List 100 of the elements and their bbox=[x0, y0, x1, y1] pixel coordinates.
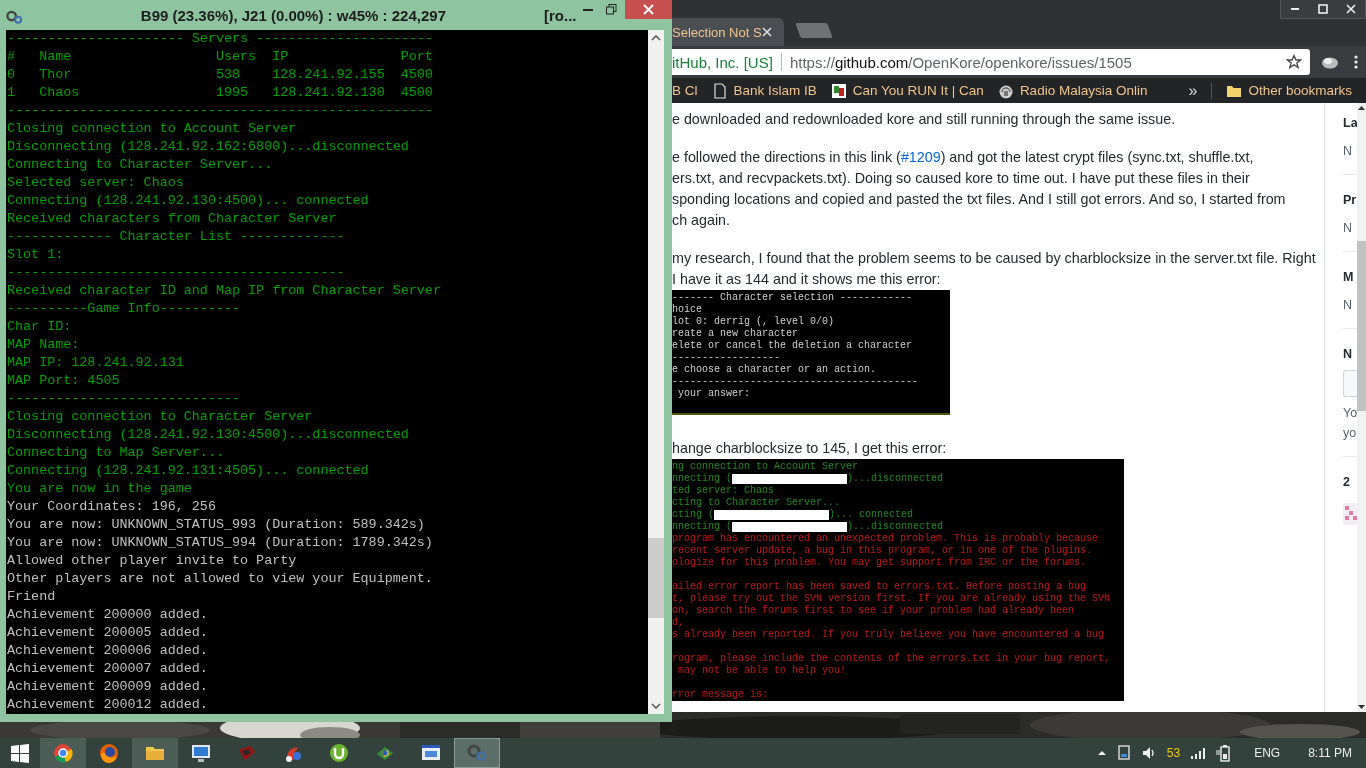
console-line: Achievement 200000 added. bbox=[7, 606, 209, 624]
console-line: Achievement 200005 added. bbox=[7, 624, 209, 642]
terminal-line: rror message is: bbox=[672, 689, 769, 701]
scrollbar[interactable] bbox=[1357, 103, 1366, 712]
minimize-icon bbox=[583, 8, 594, 11]
bookmarks-overflow-button[interactable]: » bbox=[1188, 81, 1206, 100]
minimize-button[interactable] bbox=[1281, 0, 1309, 18]
console-line: Disconnecting (128.241.92.162:6800)...disconnected bbox=[7, 138, 410, 156]
terminal-line: on, search the forums first to see if your problem had already been bbox=[672, 605, 1076, 617]
terminal-line: ------------------ bbox=[672, 352, 782, 364]
console-line: You are now: UNKNOWN_STATUS_993 (Duration: 589.342s) bbox=[7, 516, 426, 534]
sidebar-value: N bbox=[1343, 220, 1354, 237]
clock-time[interactable]: 8:11 PM bbox=[1308, 746, 1352, 760]
minimize-icon bbox=[1290, 8, 1300, 10]
paragraph: my research, I found that the problem seems to be caused by charblocksize in the server.txt file. Right I have it as 144 and it shows me this error: bbox=[672, 249, 1317, 289]
console-line: Achievement 200009 added. bbox=[7, 678, 209, 696]
taskbar-button[interactable] bbox=[132, 738, 178, 768]
menu-icon[interactable] bbox=[1354, 54, 1358, 70]
terminal-text: )...disconnected bbox=[847, 521, 944, 533]
thumbnail-icon bbox=[830, 82, 847, 99]
scrollbar-thumb[interactable] bbox=[1357, 241, 1366, 411]
paragraph: e downloaded and redownloaded kore and still running through the same issue. bbox=[672, 110, 1177, 129]
console-line: Disconnecting (128.241.92.130:4500)...disconnected bbox=[7, 426, 410, 444]
star-icon[interactable] bbox=[1286, 54, 1302, 70]
windows-logo-icon bbox=[9, 742, 31, 764]
bookmark[interactable]: Bank Islam IB bbox=[711, 82, 825, 99]
console-line: Received characters from Character Server bbox=[7, 210, 338, 228]
battery-icon[interactable] bbox=[1216, 744, 1233, 762]
taskbar-button[interactable] bbox=[40, 738, 86, 768]
scroll-down-icon[interactable] bbox=[1358, 705, 1365, 709]
sidebar-value: N bbox=[1343, 143, 1354, 160]
terminal-line: ailed error report has been saved to errors.txt. Before posting a bug bbox=[672, 581, 1088, 593]
bookmark[interactable]: Radio Malaysia Onlin bbox=[997, 82, 1156, 99]
close-icon bbox=[1346, 4, 1356, 14]
terminal-line: e choose a character or an action. bbox=[672, 364, 878, 376]
terminal-line: ted server: Chaos bbox=[672, 485, 776, 497]
speaker-icon[interactable] bbox=[1140, 745, 1157, 761]
console-line: ---------------------- Servers ---------------------- bbox=[7, 30, 434, 48]
sidebar-heading: La bbox=[1343, 115, 1357, 132]
url-text: https://github.com/OpenKore/openkore/issues/1505 bbox=[789, 53, 1132, 71]
scrollbar-thumb[interactable] bbox=[648, 538, 664, 618]
browser-tab[interactable]: Selection Not S bbox=[672, 18, 784, 46]
issue-link[interactable]: #1209 bbox=[900, 149, 941, 165]
console-line: Achievement 200012 added. bbox=[7, 696, 209, 714]
console-line: You are now in the game bbox=[7, 480, 193, 498]
address-bar[interactable]: itHub, Inc. [US] https://github.com/OpenKore/openkore/issues/1505 bbox=[672, 49, 1310, 75]
terminal-line: recent server update, a bug in this program, or in one of the plugins. bbox=[672, 545, 1094, 557]
console-line: Closing connection to Account Server bbox=[7, 120, 298, 138]
console-line: Friend bbox=[7, 588, 57, 606]
new-tab-button[interactable] bbox=[795, 23, 833, 38]
console-line: # Name Users IP Port bbox=[7, 48, 434, 66]
circle-logo-icon bbox=[328, 742, 350, 764]
close-button[interactable] bbox=[625, 0, 672, 19]
console-line: MAP Port: 4505 bbox=[7, 372, 121, 390]
terminal-line: elete or cancel the deletion a character bbox=[672, 340, 914, 352]
console-line: Connecting (128.241.92.130:4500)... connected bbox=[7, 192, 370, 210]
terminal-line: d, bbox=[672, 617, 684, 629]
console-line: Connecting (128.241.92.131:4505)... connected bbox=[7, 462, 370, 480]
bookmark[interactable]: B Cl bbox=[672, 83, 706, 98]
console-line: Received character ID and Map IP from Character Server bbox=[7, 282, 442, 300]
up-caret-icon[interactable] bbox=[1096, 748, 1107, 758]
console-line: 1 Chaos 1995 128.241.92.130 4500 bbox=[7, 84, 434, 102]
terminal-line: t, please try out the SVN version first. If you are already using the SVN bbox=[672, 593, 1112, 605]
monitor-icon bbox=[190, 742, 212, 764]
console-line: Selected server: Chaos bbox=[7, 174, 185, 192]
terminal-line: s already been reported. If you truly believe you have encountered a bug bbox=[672, 629, 1106, 641]
close-button[interactable] bbox=[1337, 0, 1365, 18]
sidebar-heading: Pr bbox=[1343, 192, 1357, 209]
scroll-up-icon[interactable] bbox=[1358, 106, 1365, 110]
sidebar-heading: M bbox=[1343, 269, 1355, 286]
bookmark[interactable]: Can You RUN It | Can bbox=[830, 82, 992, 99]
sidebar-value: N bbox=[1343, 297, 1354, 314]
console-line: MAP Name: bbox=[7, 336, 81, 354]
bookmark-folder[interactable]: Other bookmarks bbox=[1226, 82, 1360, 99]
console-line: Your Coordinates: 196, 256 bbox=[7, 498, 217, 516]
terminal-line: ----------------------------------------- bbox=[672, 376, 920, 388]
terminal-line: reate a new character bbox=[672, 328, 800, 340]
console-line: Closing connection to Character Server bbox=[7, 408, 314, 426]
tray-count: 53 bbox=[1166, 746, 1181, 760]
console-line: Achievement 200007 added. bbox=[7, 660, 209, 678]
signal-icon[interactable] bbox=[1190, 746, 1207, 760]
terminal-line: lot 0: derrig (, level 0/0) bbox=[672, 316, 836, 328]
console-line: Allowed other player invite to Party bbox=[7, 552, 298, 570]
console-line: Achievement 200006 added. bbox=[7, 642, 209, 660]
scrollbar[interactable] bbox=[648, 30, 664, 714]
terminal-text: nnecting ( bbox=[672, 473, 732, 485]
close-icon[interactable] bbox=[762, 27, 772, 37]
terminal-text: )...disconnected bbox=[847, 473, 944, 485]
sidebar-note: Yo yo bbox=[1343, 405, 1357, 442]
console-line: Char ID: bbox=[7, 318, 73, 336]
window-title: B99 (23.36%), J21 (0.00%) : w45% : 224,297 bbox=[140, 7, 446, 24]
restore-icon bbox=[606, 4, 618, 15]
scroll-up-icon[interactable] bbox=[651, 35, 661, 41]
scroll-down-icon[interactable] bbox=[651, 703, 661, 709]
console-line: You are now: UNKNOWN_STATUS_994 (Duration: 1789.342s) bbox=[7, 534, 434, 552]
terminal-text: )... connected bbox=[829, 509, 914, 521]
terminal-line: hoice bbox=[672, 304, 703, 316]
terminal-line: ng connection to Account Server bbox=[672, 461, 860, 473]
device-icon[interactable] bbox=[1116, 745, 1131, 761]
language-indicator[interactable]: ENG bbox=[1254, 746, 1281, 760]
